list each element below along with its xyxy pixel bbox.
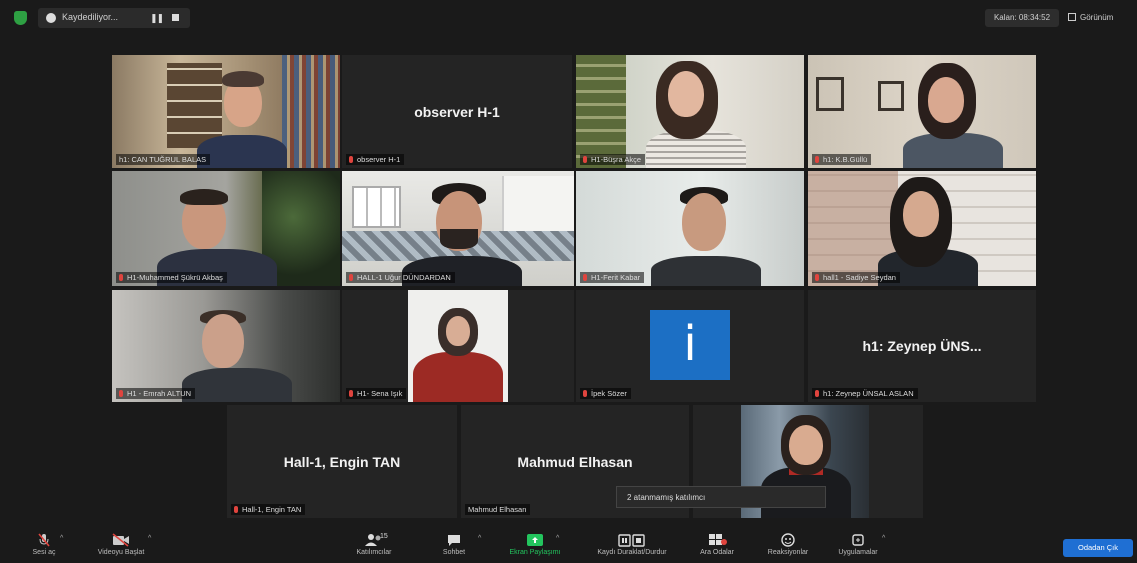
participant-big-name: observer H-1 bbox=[414, 103, 500, 120]
video-feed bbox=[808, 55, 1036, 168]
muted-mic-icon bbox=[583, 274, 587, 281]
participant-big-name: Hall-1, Engin TAN bbox=[283, 453, 401, 470]
chat-label: Sohbet bbox=[442, 549, 466, 556]
participant-name: Hall-1, Engin TAN bbox=[231, 504, 306, 515]
chat-icon bbox=[448, 535, 460, 546]
meeting-top-bar: Kaydediliyor... ❚❚ Kalan: 08:34:52 Görün… bbox=[0, 0, 1137, 38]
reactions-icon bbox=[781, 533, 795, 547]
security-shield-icon[interactable] bbox=[14, 11, 27, 25]
muted-mic-icon bbox=[349, 156, 353, 163]
participant-name: HALL-1 Uğur DÜNDARDAN bbox=[346, 272, 455, 283]
video-feed bbox=[576, 55, 804, 168]
video-feed bbox=[576, 171, 804, 286]
leave-meeting-button[interactable]: Odadan Çık bbox=[1063, 539, 1133, 557]
muted-mic-icon bbox=[349, 274, 353, 281]
video-feed bbox=[408, 290, 508, 402]
chevron-up-icon[interactable]: ^ bbox=[148, 535, 151, 542]
participant-name: H1 - Emrah ALTUN bbox=[116, 388, 196, 399]
muted-mic-icon bbox=[119, 274, 123, 281]
participant-name: H1-Muhammed Şükrü Akbaş bbox=[116, 272, 227, 283]
grid-view-icon bbox=[1068, 13, 1076, 21]
participant-name: İpek Sözer bbox=[580, 388, 631, 399]
recording-indicator: Kaydediliyor... ❚❚ bbox=[38, 8, 190, 28]
muted-mic-icon bbox=[234, 506, 238, 513]
active-speaker-tile[interactable]: HALL-1 Uğur DÜNDARDAN bbox=[342, 171, 574, 286]
video-tile[interactable]: H1 - Emrah ALTUN bbox=[112, 290, 340, 402]
start-video-button[interactable]: Videoyu Başlat ^ bbox=[86, 528, 156, 563]
muted-mic-icon bbox=[815, 274, 819, 281]
participant-name: h1: CAN TUĞRUL BALAS bbox=[116, 154, 211, 165]
video-tile[interactable]: h1: CAN TUĞRUL BALAS bbox=[112, 55, 340, 168]
video-tile[interactable]: H1-Büşra Akçe bbox=[576, 55, 804, 168]
participant-name: H1-Büşra Akçe bbox=[580, 154, 646, 165]
video-tile[interactable]: Hall-1, Engin TAN Hall-1, Engin TAN bbox=[227, 405, 457, 518]
breakout-rooms-button[interactable]: Ara Odalar bbox=[696, 528, 738, 563]
apps-label: Uygulamalar bbox=[838, 549, 878, 556]
video-feed bbox=[112, 290, 340, 402]
stop-recording-icon[interactable] bbox=[172, 14, 179, 21]
video-feed bbox=[112, 55, 340, 168]
share-screen-label: Ekran Paylaşımı bbox=[509, 549, 561, 556]
view-label: Görünüm bbox=[1080, 13, 1114, 22]
participant-name: h1: Zeynep ÜNSAL ASLAN bbox=[812, 388, 918, 399]
participant-name: hall1 - Sadiye Seydan bbox=[812, 272, 900, 283]
reactions-label: Reaksiyonlar bbox=[767, 549, 809, 556]
apps-icon bbox=[852, 534, 864, 546]
time-remaining: Kalan: 08:34:52 bbox=[985, 9, 1059, 27]
muted-mic-icon bbox=[815, 390, 819, 397]
recording-icon bbox=[46, 13, 56, 23]
participant-name: H1- Sena Işık bbox=[346, 388, 407, 399]
participant-name: H1-Ferit Kabar bbox=[580, 272, 645, 283]
video-feed bbox=[808, 171, 1036, 286]
video-tile[interactable]: H1- Sena Işık bbox=[342, 290, 574, 402]
breakout-rooms-icon bbox=[709, 534, 727, 545]
muted-mic-icon bbox=[583, 390, 587, 397]
muted-mic-icon bbox=[583, 156, 587, 163]
video-tile[interactable]: h1: K.B.Güllü bbox=[808, 55, 1036, 168]
muted-mic-icon bbox=[119, 390, 123, 397]
pause-recording-icon[interactable]: ❚❚ bbox=[150, 13, 164, 24]
view-button[interactable]: Görünüm bbox=[1068, 8, 1113, 28]
video-feed bbox=[112, 171, 340, 286]
video-tile[interactable]: H1-Muhammed Şükrü Akbaş bbox=[112, 171, 340, 286]
video-tile[interactable]: H1-Ferit Kabar bbox=[576, 171, 804, 286]
pause-stop-recording-button[interactable]: Kaydı Duraklat/Durdur bbox=[580, 528, 684, 563]
unassigned-participants-label: 2 atanmamış katılımcı bbox=[616, 486, 826, 508]
chevron-up-icon[interactable]: ^ bbox=[556, 535, 559, 542]
pause-stop-recording-label: Kaydı Duraklat/Durdur bbox=[597, 549, 667, 556]
unmute-button[interactable]: Sesi aç ^ bbox=[22, 528, 66, 563]
video-tile[interactable]: observer H-1 observer H-1 bbox=[342, 55, 572, 168]
participant-big-name: h1: Zeynep ÜNS... bbox=[862, 338, 982, 354]
breakout-rooms-label: Ara Odalar bbox=[700, 549, 734, 556]
recording-label: Kaydediliyor... bbox=[62, 12, 119, 22]
share-screen-icon bbox=[527, 534, 543, 546]
chevron-up-icon[interactable]: ^ bbox=[60, 535, 63, 542]
participants-button[interactable]: Katılımcılar 15 bbox=[348, 528, 400, 563]
avatar: i bbox=[650, 310, 730, 380]
unmute-label: Sesi aç bbox=[32, 549, 56, 556]
participants-label: Katılımcılar bbox=[356, 549, 392, 556]
chevron-up-icon[interactable]: ^ bbox=[882, 535, 885, 542]
participant-count: 15 bbox=[380, 533, 388, 540]
pause-stop-icon bbox=[618, 534, 645, 547]
chevron-up-icon[interactable]: ^ bbox=[478, 535, 481, 542]
muted-mic-icon bbox=[815, 156, 819, 163]
participant-name: Mahmud Elhasan bbox=[465, 504, 531, 515]
participant-big-name: Mahmud Elhasan bbox=[517, 453, 633, 470]
video-tile[interactable]: h1: Zeynep ÜNS... h1: Zeynep ÜNSAL ASLAN bbox=[808, 290, 1036, 402]
muted-microphone-icon bbox=[38, 533, 50, 547]
video-feed bbox=[342, 171, 574, 286]
video-tile[interactable]: hall1 - Sadiye Seydan bbox=[808, 171, 1036, 286]
chat-button[interactable]: Sohbet ^ bbox=[434, 528, 481, 563]
participant-name: h1: K.B.Güllü bbox=[812, 154, 872, 165]
video-off-icon bbox=[112, 533, 129, 547]
muted-mic-icon bbox=[349, 390, 353, 397]
video-tile[interactable]: i İpek Sözer bbox=[576, 290, 804, 402]
meeting-controls-toolbar: Sesi aç ^ Videoyu Başlat ^ Katılımcılar … bbox=[0, 528, 1137, 563]
apps-button[interactable]: Uygulamalar ^ bbox=[828, 528, 888, 563]
share-screen-button[interactable]: Ekran Paylaşımı ^ bbox=[498, 528, 572, 563]
reactions-button[interactable]: Reaksiyonlar bbox=[760, 528, 816, 563]
participant-name: observer H-1 bbox=[346, 154, 405, 165]
start-video-label: Videoyu Başlat bbox=[97, 549, 145, 556]
